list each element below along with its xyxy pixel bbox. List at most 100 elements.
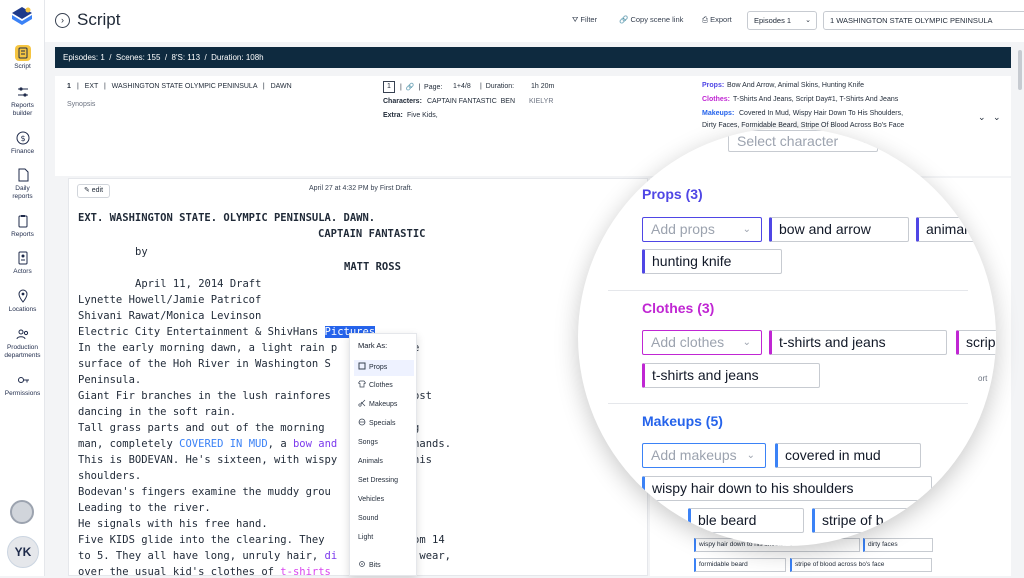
add-props-placeholder: Add props [651,221,715,237]
sidebar-item-finance[interactable]: $ Finance [0,130,45,156]
script-text: , a [267,438,293,450]
gear-icon [359,561,365,567]
app-logo[interactable] [10,6,34,28]
characters-label: Characters: [383,98,422,105]
sidebar-item-reports[interactable]: Reports [0,213,45,239]
clothes-chip[interactable]: t-shirts and jeans [769,330,947,355]
topbar: › Script ⛛ Filter 🔗 Copy scene link ⎙ Ex… [45,0,1024,42]
select-character-placeholder: Select character [737,133,839,149]
sidebar-item-production-departments[interactable]: Production departments [0,326,45,360]
clothes-chip[interactable]: scrip [956,330,996,355]
menu-item-specials[interactable]: Specials [358,416,414,432]
back-button[interactable]: › [55,13,70,28]
menu-item-light[interactable]: Light [358,530,414,546]
chevron-down-icon: ⌄ [805,17,811,24]
props-section-title: Props (3) [642,186,703,202]
sidebar-item-daily-reports[interactable]: Daily reports [0,167,45,201]
synopsis-label[interactable]: Synopsis [67,101,95,108]
copy-scene-link-button[interactable]: 🔗 Copy scene link [619,15,683,24]
people-icon [16,329,28,340]
page-title: Script [77,10,121,29]
makeup-chip[interactable]: covered in mud [775,443,921,468]
menu-item-vehicles[interactable]: Vehicles [358,492,414,508]
menu-item-label: Bits [369,562,381,569]
makeup-chip[interactable]: stripe of blood across bo's face [790,558,932,572]
menu-item-label: Light [358,534,374,541]
add-makeups-dropdown[interactable]: Add makeups ⌄ [642,443,766,468]
clothes-chip[interactable]: t-shirts and jeans [642,363,820,388]
props-value: Bow And Arrow, Animal Skins, Hunting Kni… [727,82,864,89]
export-icon: ⎙ [702,15,708,24]
sidebar-item-label: Actors [13,268,32,275]
edit-label: edit [91,187,104,194]
revision-meta: April 27 at 4:32 PM by First Draft. [309,185,413,192]
select-character-dropdown[interactable]: Select character ⌄ [728,130,878,152]
sidebar-item-locations[interactable]: Locations [0,288,45,314]
makeup-chip[interactable]: stripe of b [812,508,912,533]
episode-select[interactable]: Episodes 1 ⌄ [747,11,817,30]
menu-item-set-dressing[interactable]: Set Dressing [358,473,414,489]
sidebar-item-label: Production departments [4,344,41,359]
sidebar-item-permissions[interactable]: Permissions [0,372,45,398]
menu-item-bits[interactable]: Bits [358,558,414,574]
chevron-down-icon: ⌄ [860,135,869,146]
link-icon: 🔗 [619,15,629,24]
script-line: He signals with his free hand. [78,518,268,530]
tagged-prop-text[interactable]: bow and [293,438,337,450]
add-props-dropdown[interactable]: Add props ⌄ [642,217,762,242]
copy-link-label: Copy scene link [630,15,684,24]
page-scrollbar[interactable] [1018,50,1022,90]
menu-item-songs[interactable]: Songs [358,435,414,451]
menu-item-label: Set Dressing [358,477,399,484]
script-text: man, completely [78,438,180,450]
location-select[interactable]: 1 WASHINGTON STATE OLYMPIC PENINSULA ⌄ [823,11,1024,30]
sidebar-item-label: Permissions [4,390,41,397]
script-text: to 5. They all have long, unruly hair, [78,550,325,562]
filter-button[interactable]: ⛛ Filter [572,15,597,25]
add-clothes-placeholder: Add clothes [651,334,725,350]
add-makeups-placeholder: Add makeups [651,447,737,463]
sidebar-item-label: Daily reports [12,185,33,200]
script-line: April 11, 2014 Draft [135,278,262,290]
clothes-label: Clothes: [702,96,730,103]
menu-item-makeups[interactable]: Makeups [358,397,414,413]
script-line: MATT ROSS [344,261,401,273]
location-select-value: 1 WASHINGTON STATE OLYMPIC PENINSULA [830,16,993,25]
tagged-makeup-text[interactable]: COVERED IN MUD [179,438,268,450]
prop-chip[interactable]: bow and arrow [769,217,909,242]
edit-button[interactable]: ✎ edit [77,184,110,198]
sidebar-item-actors[interactable]: Actors [0,250,45,276]
sidebar-item-label: Finance [10,148,35,155]
script-line: by [135,246,148,258]
chevron-down-icon[interactable]: ⌄ [993,112,1001,123]
menu-item-sound[interactable]: Sound [358,511,414,527]
duration-label: | Duration: [480,83,515,90]
id-card-icon [18,251,27,265]
makeups-value: Covered In Mud, Wispy Hair Down To His S… [739,110,904,117]
chevron-down-icon[interactable]: ⌄ [978,112,986,123]
stats-text: Episodes: 1 / Scenes: 155 / 8'S: 113 / D… [63,53,264,62]
export-button[interactable]: ⎙ Export [702,15,732,25]
menu-item-clothes[interactable]: Clothes [358,378,414,394]
add-clothes-dropdown[interactable]: Add clothes ⌄ [642,330,762,355]
sidebar-item-script[interactable]: Script [0,45,45,71]
pencil-icon: ✎ [83,187,90,194]
page-label: | 🔗 | Page: [400,84,443,91]
makeup-chip[interactable]: dirty faces [863,538,933,552]
makeup-chip[interactable]: wispy hair down to his shoulders [642,476,932,501]
filter-icon: ⛛ [572,15,579,24]
tagged-clothes-text[interactable]: t-shirts [280,566,331,578]
duration-value: 1h 20m [531,83,555,90]
makeup-chip[interactable]: ble beard [688,508,804,533]
menu-item-animals[interactable]: Animals [358,454,414,470]
timer-button[interactable] [10,500,34,524]
sidebar-item-reports-builder[interactable]: Reports builder [0,84,45,118]
sliders-icon [17,87,28,97]
tagged-makeup-text[interactable]: di [325,550,338,562]
prop-chip[interactable]: hunting knife [642,249,782,274]
menu-item-props[interactable]: Props [354,360,414,376]
sidebar-item-label: Locations [8,306,37,313]
makeup-chip[interactable]: formidable beard [694,558,786,572]
avatar[interactable]: YK [7,536,39,568]
section-divider [608,290,968,291]
